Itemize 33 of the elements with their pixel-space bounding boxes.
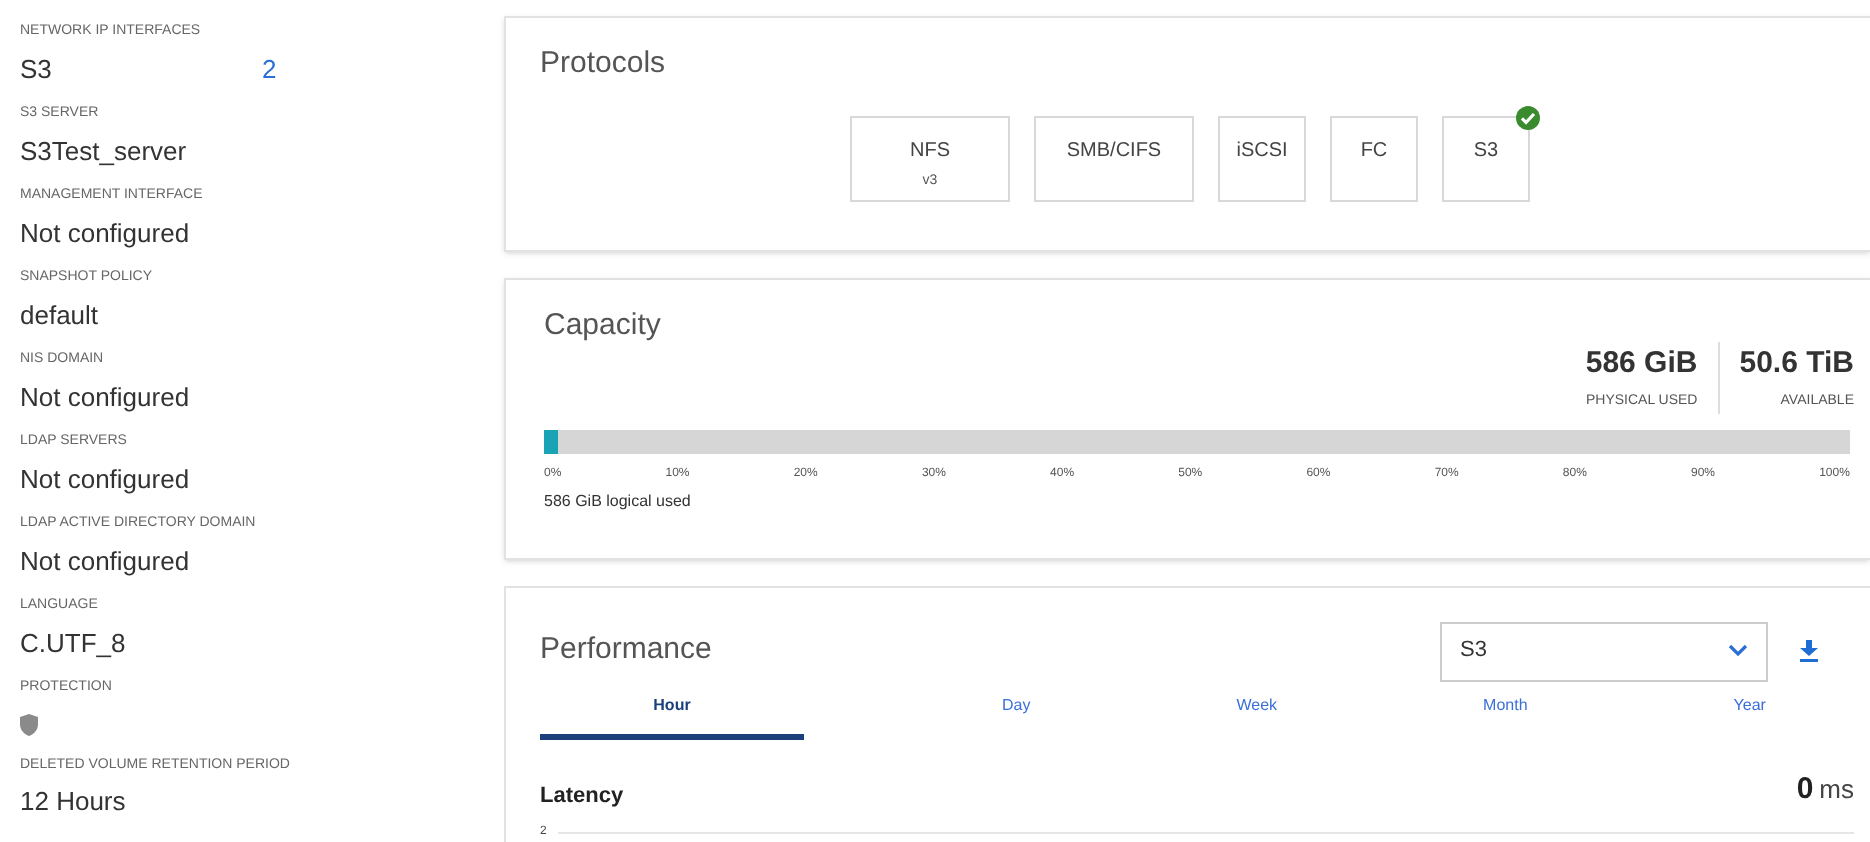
logical-used-text: 586 GiB logical used [544, 489, 691, 514]
protocol-name: S3 [1473, 137, 1499, 165]
field-value: S3Test_server [20, 133, 189, 170]
period-tab[interactable]: Week [1228, 685, 1286, 739]
protocol-name: iSCSI [1236, 137, 1288, 165]
count-link[interactable]: 2 [262, 49, 277, 88]
period-tab[interactable]: Day [994, 685, 1039, 739]
field-value: default [20, 297, 101, 333]
panel-title: Protocols [540, 44, 666, 84]
field-value: 12 Hours [20, 784, 128, 820]
shield-icon [20, 713, 38, 735]
field-value: Not configured [20, 215, 192, 252]
protocol-name: NFS [910, 137, 950, 165]
period-tab[interactable]: Hour [540, 685, 804, 739]
period-tab[interactable]: Month [1475, 685, 1536, 739]
latency-value: 0 [1796, 769, 1814, 809]
download-icon[interactable] [1800, 640, 1818, 662]
field-value: S3 [20, 51, 54, 87]
protocol-name: SMB/CIFS [1066, 137, 1162, 165]
period-tab[interactable]: Year [1725, 685, 1774, 739]
panel-title: Capacity [544, 306, 661, 347]
protocol-name: FC [1360, 137, 1388, 165]
metric-title: Latency [540, 781, 624, 811]
field-value: Not configured [20, 461, 192, 498]
field-value: Not configured [20, 379, 192, 416]
unit-label: ms [1819, 771, 1854, 807]
resource-dropdown[interactable]: S3 [1440, 621, 1768, 681]
chevron-down-icon [1728, 644, 1748, 658]
panel-title: Performance [540, 630, 712, 671]
field-value: Not configured [20, 543, 192, 580]
stat-value: 586 GiB [1585, 343, 1698, 384]
field-value: C.UTF_8 [20, 625, 128, 662]
stat-value: 50.6 TiB [1739, 343, 1854, 384]
